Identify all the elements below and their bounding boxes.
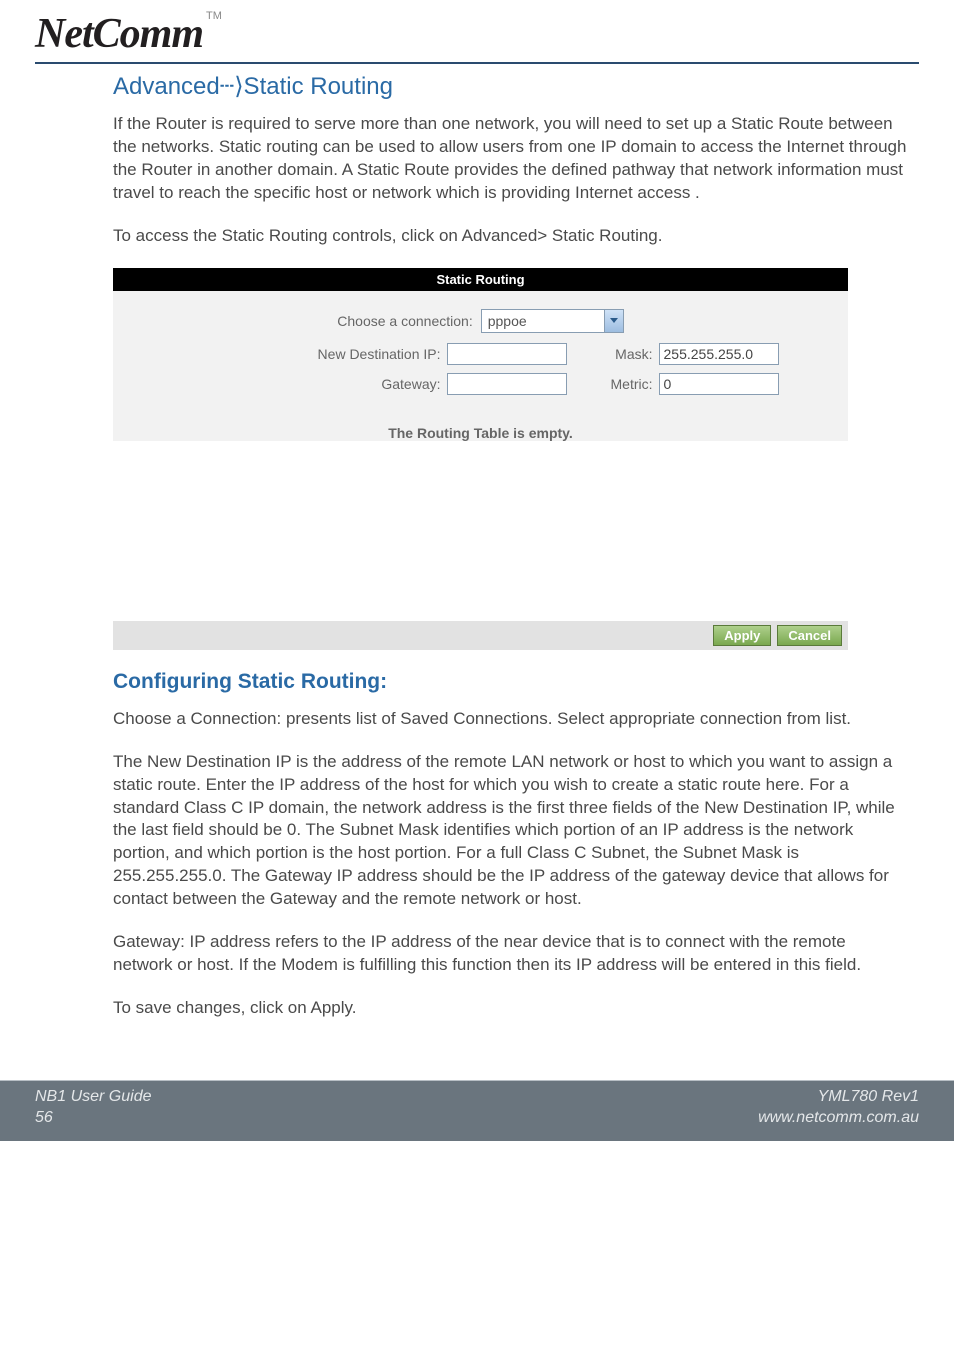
mask-label: Mask:: [583, 346, 653, 362]
configuring-p2: The New Destination IP is the address of…: [113, 751, 909, 912]
footer-page-number: 56: [35, 1108, 152, 1129]
configuring-p1: Choose a Connection: presents list of Sa…: [113, 708, 909, 731]
intro-paragraph: If the Router is required to serve more …: [113, 113, 909, 205]
header-bar: NetComm TM: [35, 10, 919, 64]
static-routing-panel: Static Routing Choose a connection: pppo…: [113, 268, 848, 650]
footer-guide-name: NB1 User Guide: [35, 1087, 152, 1108]
metric-label: Metric:: [583, 376, 653, 392]
brand-logo: NetComm: [35, 10, 203, 58]
routing-table-empty-message: The Routing Table is empty.: [113, 425, 848, 441]
footer-revision: YML780 Rev1: [758, 1087, 919, 1108]
apply-button[interactable]: Apply: [713, 625, 771, 646]
connection-selected-value: pppoe: [482, 310, 604, 332]
gateway-label: Gateway:: [181, 376, 441, 392]
choose-connection-label: Choose a connection:: [337, 313, 472, 329]
panel-button-bar: Apply Cancel: [113, 621, 848, 650]
cancel-button[interactable]: Cancel: [777, 625, 842, 646]
configuring-p3: Gateway: IP address refers to the IP add…: [113, 931, 909, 977]
configuring-title: Configuring Static Routing:: [113, 670, 909, 694]
footer-url: www.netcomm.com.au: [758, 1108, 919, 1129]
page-title: Advanced┄⟩Static Routing: [113, 72, 909, 101]
mask-input[interactable]: [659, 343, 779, 365]
panel-title: Static Routing: [113, 268, 848, 291]
page-footer: NB1 User Guide 56 YML780 Rev1 www.netcom…: [0, 1080, 954, 1141]
new-destination-ip-input[interactable]: [447, 343, 567, 365]
chevron-down-icon[interactable]: [604, 310, 623, 332]
trademark-symbol: TM: [206, 10, 222, 22]
new-destination-ip-label: New Destination IP:: [181, 346, 441, 362]
configuring-p4: To save changes, click on Apply.: [113, 997, 909, 1020]
metric-input[interactable]: [659, 373, 779, 395]
connection-select[interactable]: pppoe: [481, 309, 624, 333]
gateway-input[interactable]: [447, 373, 567, 395]
access-note: To access the Static Routing controls, c…: [113, 225, 909, 248]
